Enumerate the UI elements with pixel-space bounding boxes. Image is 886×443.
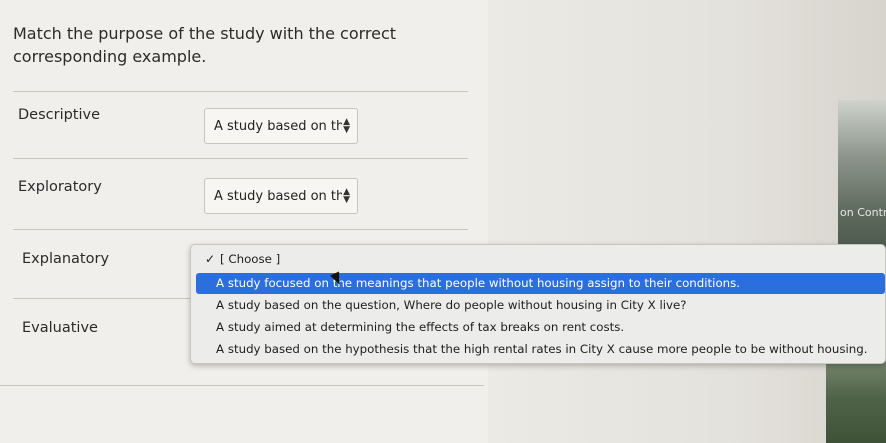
divider	[13, 229, 468, 230]
dropdown-option[interactable]: A study focused on the meanings that peo…	[196, 273, 885, 294]
divider	[13, 91, 468, 92]
select-descriptive[interactable]: A study based on the ▲ ▼	[204, 108, 358, 144]
row-label-explanatory: Explanatory	[22, 251, 110, 267]
updown-arrows-icon: ▲ ▼	[343, 187, 350, 205]
divider	[13, 158, 468, 159]
dropdown-option[interactable]: A study based on the hypothesis that the…	[191, 339, 885, 360]
background-image-edge	[826, 355, 886, 443]
background-window-edge	[838, 100, 886, 260]
updown-arrows-icon: ▲ ▼	[343, 117, 350, 135]
row-label-exploratory: Exploratory	[18, 179, 102, 195]
select-dropdown-menu: ✓ [ Choose ] A study focused on the mean…	[190, 244, 886, 364]
checkmark-icon: ✓	[205, 252, 216, 266]
dropdown-option-placeholder[interactable]: ✓ [ Choose ]	[191, 249, 885, 270]
row-label-descriptive: Descriptive	[18, 107, 101, 123]
dropdown-option[interactable]: A study aimed at determining the effects…	[191, 317, 885, 338]
divider	[13, 298, 193, 299]
dropdown-option[interactable]: A study based on the question, Where do …	[191, 295, 885, 316]
question-text: Match the purpose of the study with the …	[13, 24, 397, 66]
select-value: A study based on the	[214, 188, 342, 204]
background-edge-text: on Contr	[840, 206, 886, 219]
select-value: A study based on the	[214, 118, 342, 134]
select-exploratory[interactable]: A study based on the ▲ ▼	[204, 178, 358, 214]
divider	[0, 385, 484, 386]
row-label-evaluative: Evaluative	[22, 320, 98, 336]
